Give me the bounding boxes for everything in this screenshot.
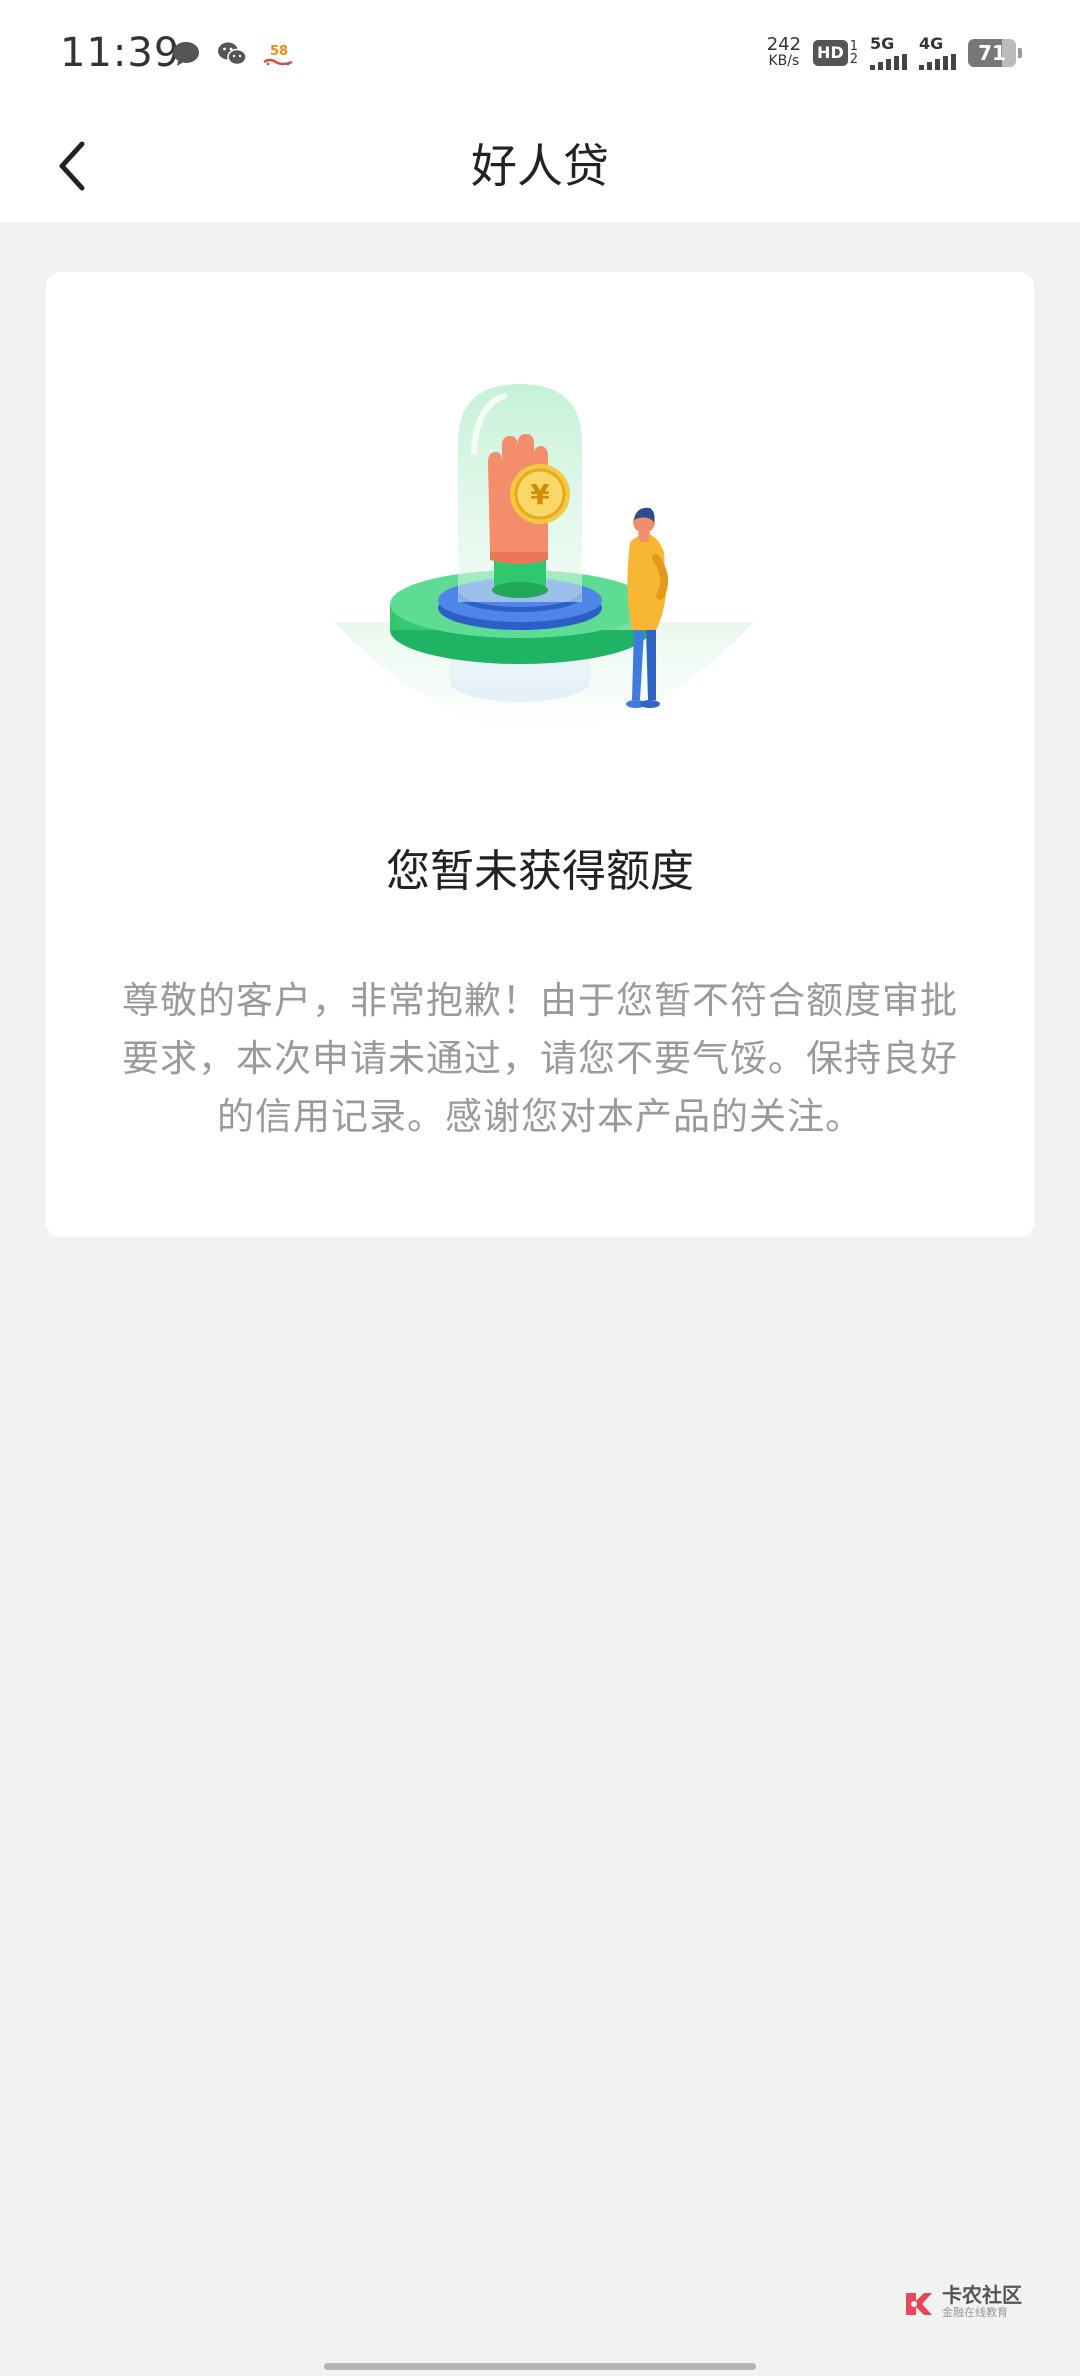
watermark-name: 卡农社区	[942, 2283, 1022, 2307]
kanong-logo-icon	[906, 2293, 932, 2315]
hand-with-coin-illustration: ¥	[334, 384, 754, 732]
signal-5g: 5G	[870, 36, 907, 70]
network-speed-value: 242	[766, 34, 802, 55]
svg-text:58: 58	[270, 44, 288, 59]
hd-sub-bottom: 2	[849, 52, 858, 67]
status-time: 11:39	[60, 30, 181, 76]
signal-4g: 4G	[919, 36, 956, 70]
battery-icon: 71	[968, 39, 1022, 67]
result-title: 您暂未获得额度	[386, 846, 694, 897]
hd-voice-badge: HD 1 2	[813, 38, 858, 68]
status-bar: 11:39 58 242 KB/s HD 1 2 5G 4G 71	[0, 0, 1080, 110]
hd-label: HD	[813, 40, 848, 66]
58-app-icon: 58	[262, 40, 294, 68]
network-speed-unit: KB/s	[768, 53, 800, 69]
page-title: 好人贷	[471, 139, 609, 193]
signal-bars-icon	[870, 54, 907, 70]
svg-text:¥: ¥	[530, 478, 550, 511]
result-card: ¥ 您暂未获得额度 尊敬的客户，非常抱歉！由于您暂不符合额度审批要求，本次申请未…	[46, 272, 1034, 1237]
wechat-icon	[216, 40, 248, 68]
signal-4g-label: 4G	[919, 34, 944, 53]
watermark: 卡农社区 金融在线教育	[902, 2283, 1022, 2322]
app-header: 好人贷	[0, 110, 1080, 222]
network-speed: 242 KB/s	[767, 36, 801, 70]
notification-icons: 58	[170, 40, 294, 68]
signal-bars-icon	[919, 54, 956, 70]
signal-5g-label: 5G	[870, 34, 895, 53]
battery-level: 71	[968, 39, 1016, 67]
result-description: 尊敬的客户，非常抱歉！由于您暂不符合额度审批要求，本次申请未通过，请您不要气馁。…	[122, 979, 958, 1138]
watermark-tagline: 金融在线教育	[942, 2306, 1008, 2319]
home-indicator[interactable]	[324, 2363, 756, 2370]
status-indicators: 242 KB/s HD 1 2 5G 4G 71	[767, 36, 1022, 70]
message-bubble-icon	[170, 40, 202, 68]
